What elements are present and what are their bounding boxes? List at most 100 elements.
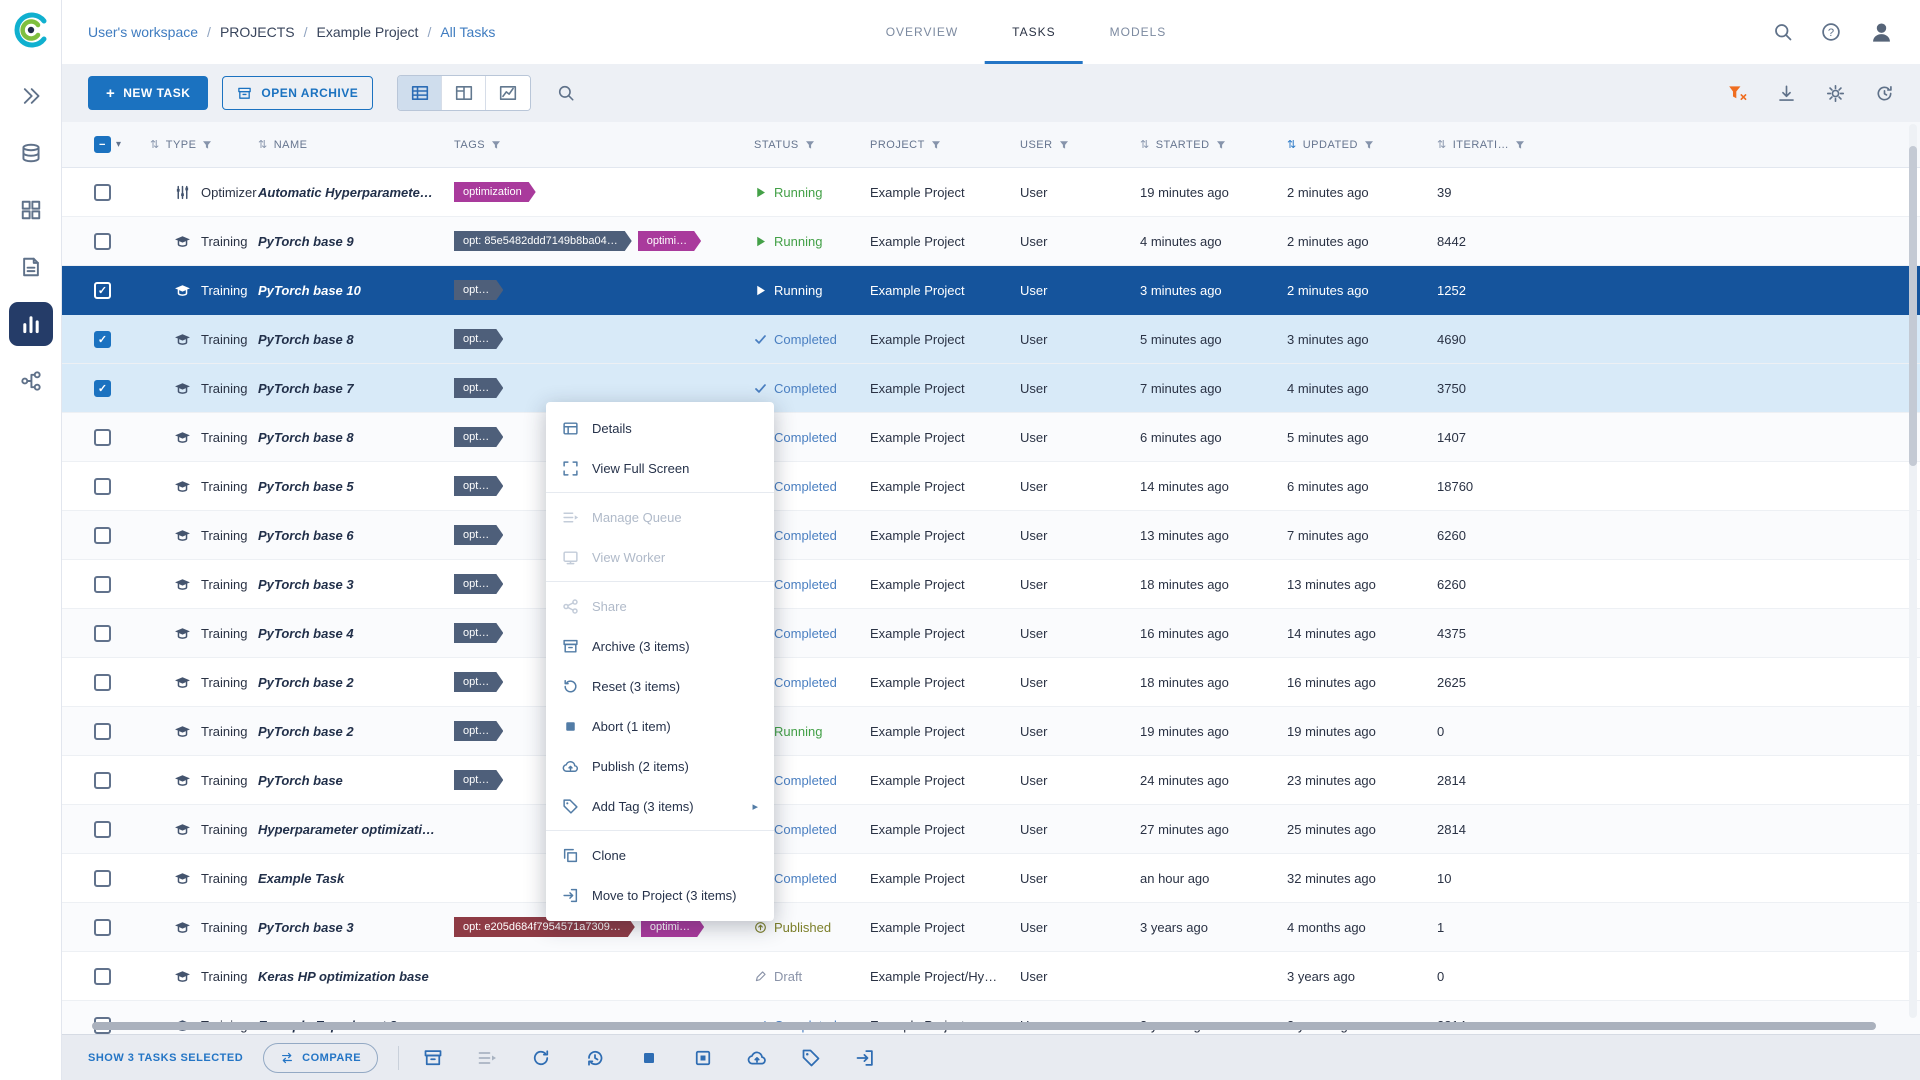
column-header-type[interactable]: ⇅ TYPE — [150, 138, 258, 151]
table-row[interactable]: Training PyTorch base 5 opt… Completed Examp… — [62, 462, 1920, 511]
task-name[interactable]: PyTorch base 8 — [258, 332, 454, 347]
row-checkbox[interactable] — [94, 624, 111, 642]
row-checkbox[interactable] — [94, 869, 111, 887]
abort-all-action-icon[interactable] — [693, 1048, 713, 1068]
menu-item-details[interactable]: Details — [546, 408, 774, 448]
sidebar-item-datasets[interactable] — [9, 131, 53, 175]
menu-item-view-full-screen[interactable]: View Full Screen — [546, 448, 774, 488]
task-name[interactable]: Hyperparameter optimizati… — [258, 822, 454, 837]
download-icon[interactable] — [1777, 84, 1796, 103]
breadcrumb-item-projects[interactable]: PROJECTS — [220, 24, 295, 40]
sort-icon[interactable]: ⇅ — [1437, 138, 1447, 151]
table-row[interactable]: Training PyTorch base 3 opt… Completed Examp… — [62, 560, 1920, 609]
row-checkbox[interactable] — [94, 183, 111, 201]
task-name[interactable]: Automatic Hyperparamete… — [258, 185, 454, 200]
task-name[interactable]: PyTorch base 8 — [258, 430, 454, 445]
menu-item-reset-3-items[interactable]: Reset (3 items) — [546, 666, 774, 706]
task-name[interactable]: PyTorch base 6 — [258, 528, 454, 543]
column-header-updated[interactable]: ⇅ UPDATED — [1287, 138, 1437, 151]
column-header-tags[interactable]: TAGS — [454, 139, 754, 151]
filter-icon[interactable] — [1216, 140, 1226, 150]
menu-item-abort-1-item[interactable]: Abort (1 item) — [546, 706, 774, 746]
history-action-icon[interactable] — [585, 1048, 605, 1068]
tag-action-icon[interactable] — [801, 1048, 821, 1068]
task-name[interactable]: PyTorch base 10 — [258, 283, 454, 298]
tab-tasks[interactable]: TASKS — [985, 0, 1083, 64]
task-name[interactable]: PyTorch base 2 — [258, 724, 454, 739]
row-checkbox[interactable] — [94, 967, 111, 985]
column-header-status[interactable]: STATUS — [754, 139, 870, 151]
breadcrumb-item-user-s-workspace[interactable]: User's workspace — [88, 24, 198, 40]
filter-icon[interactable] — [805, 140, 815, 150]
row-checkbox[interactable] — [94, 477, 111, 495]
task-name[interactable]: PyTorch base 7 — [258, 381, 454, 396]
table-view-button[interactable] — [398, 76, 443, 110]
open-archive-button[interactable]: OPEN ARCHIVE — [222, 76, 374, 110]
table-row[interactable]: ✓ Training PyTorch base 10 opt… Running Examp… — [62, 266, 1920, 315]
table-row[interactable]: Training PyTorch base 8 opt… Completed Examp… — [62, 413, 1920, 462]
vertical-scrollbar[interactable] — [1909, 124, 1917, 1018]
task-name[interactable]: PyTorch base — [258, 773, 454, 788]
autorefresh-icon[interactable] — [1875, 84, 1894, 103]
vertical-scrollbar-thumb[interactable] — [1909, 146, 1917, 466]
breadcrumb-item-all-tasks[interactable]: All Tasks — [440, 24, 495, 40]
task-name[interactable]: Example Task — [258, 871, 454, 886]
table-row[interactable]: ✓ Training PyTorch base 8 opt… Completed Exam… — [62, 315, 1920, 364]
row-checkbox[interactable] — [94, 722, 111, 740]
search-icon[interactable] — [557, 84, 575, 102]
clearml-logo-icon[interactable] — [11, 10, 51, 50]
row-checkbox[interactable] — [94, 428, 111, 446]
task-name[interactable]: PyTorch base 2 — [258, 675, 454, 690]
gear-icon[interactable] — [1826, 84, 1845, 103]
menu-item-archive-3-items[interactable]: Archive (3 items) — [546, 626, 774, 666]
menu-item-move-to-project-3-items[interactable]: Move to Project (3 items) — [546, 875, 774, 915]
task-name[interactable]: PyTorch base 5 — [258, 479, 454, 494]
row-checkbox[interactable] — [94, 820, 111, 838]
tab-models[interactable]: MODELS — [1083, 0, 1194, 64]
filter-icon[interactable] — [202, 140, 212, 150]
table-row[interactable]: Training PyTorch base opt… Completed Example… — [62, 756, 1920, 805]
avatar[interactable] — [1869, 20, 1894, 45]
abort-action-icon[interactable] — [639, 1048, 659, 1068]
task-name[interactable]: PyTorch base 3 — [258, 577, 454, 592]
row-checkbox[interactable] — [94, 918, 111, 936]
table-row[interactable]: Training PyTorch base 9 opt: 85e5482ddd714… — [62, 217, 1920, 266]
table-row[interactable]: Training PyTorch base 6 opt… Completed Examp… — [62, 511, 1920, 560]
select-all-checkbox[interactable]: − — [94, 136, 111, 153]
sort-icon[interactable]: ⇅ — [150, 138, 160, 151]
sidebar-item-getting-started[interactable] — [9, 74, 53, 118]
task-name[interactable]: PyTorch base 4 — [258, 626, 454, 641]
row-checkbox[interactable]: ✓ — [94, 379, 111, 397]
row-checkbox[interactable]: ✓ — [94, 330, 111, 348]
row-checkbox[interactable] — [94, 771, 111, 789]
sidebar-item-tasks[interactable] — [8, 302, 53, 346]
table-row[interactable]: Training PyTorch base 4 opt… Completed Examp… — [62, 609, 1920, 658]
filter-icon[interactable] — [931, 140, 941, 150]
menu-item-publish-2-items[interactable]: Publish (2 items) — [546, 746, 774, 786]
menu-item-clone[interactable]: Clone — [546, 835, 774, 875]
sidebar-item-reports[interactable] — [9, 245, 53, 289]
table-row[interactable]: Training Example Task Completed Example Pro… — [62, 854, 1920, 903]
filter-icon[interactable] — [491, 140, 501, 150]
table-row[interactable]: Optimizer Automatic Hyperparamete… optimiz… — [62, 168, 1920, 217]
compare-button[interactable]: COMPARE — [263, 1042, 379, 1073]
task-name[interactable]: PyTorch base 3 — [258, 920, 454, 935]
column-header-started[interactable]: ⇅ STARTED — [1140, 138, 1287, 151]
sort-icon[interactable]: ⇅ — [258, 138, 268, 151]
selection-menu-caret-icon[interactable]: ▾ — [116, 139, 122, 150]
table-row[interactable]: Training PyTorch base 2 opt… Completed Examp… — [62, 658, 1920, 707]
search-icon[interactable] — [1773, 22, 1793, 42]
row-checkbox[interactable] — [94, 575, 111, 593]
task-name[interactable]: PyTorch base 9 — [258, 234, 454, 249]
table-row[interactable]: Training PyTorch base 2 opt… Running Example… — [62, 707, 1920, 756]
refresh-action-icon[interactable] — [531, 1048, 551, 1068]
row-checkbox[interactable] — [94, 673, 111, 691]
task-name[interactable]: Keras HP optimization base — [258, 969, 454, 984]
table-row[interactable]: Training Hyperparameter optimizati… Comple… — [62, 805, 1920, 854]
new-task-button[interactable]: + NEW TASK — [88, 76, 209, 110]
publish-action-icon[interactable] — [747, 1048, 767, 1068]
row-checkbox[interactable] — [94, 526, 111, 544]
sidebar-item-projects[interactable] — [9, 188, 53, 232]
filter-clear-icon[interactable] — [1728, 84, 1747, 103]
table-row[interactable]: Training PyTorch base 3 opt: e205d684f7954… — [62, 903, 1920, 952]
